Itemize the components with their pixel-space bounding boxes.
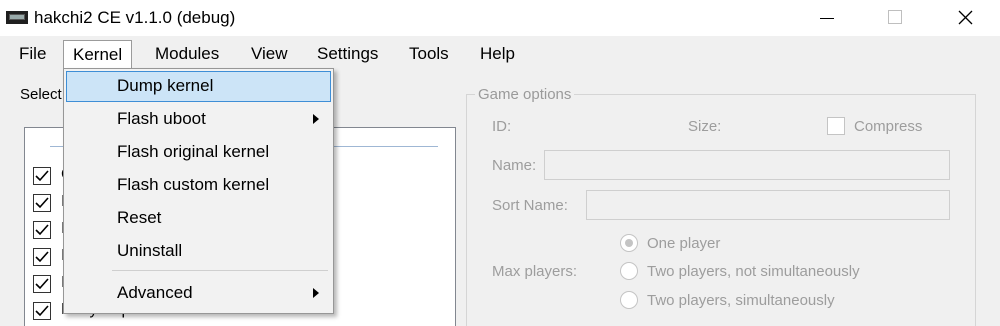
one-player-label: One player — [647, 235, 721, 252]
compress-label: Compress — [854, 118, 923, 135]
game-checkbox[interactable] — [33, 194, 51, 212]
checkmark-icon — [35, 224, 49, 236]
minimize-icon — [820, 18, 834, 19]
radio-two-players-simultaneous[interactable] — [620, 291, 638, 309]
checkmark-icon — [35, 170, 49, 182]
checkmark-icon — [35, 251, 49, 263]
two-players-simultaneous-label: Two players, simultaneously — [647, 292, 835, 309]
select-label: Select — [20, 86, 62, 103]
id-label: ID: — [492, 118, 512, 135]
game-options-title: Game options — [475, 86, 575, 103]
menu-modules[interactable]: Modules — [146, 40, 228, 70]
menu-kernel[interactable]: Kernel — [63, 40, 133, 70]
menu-help[interactable]: Help — [471, 40, 524, 70]
size-label: Size: — [688, 118, 722, 135]
menu-item-flash-custom-kernel[interactable]: Flash custom kernel — [66, 170, 331, 201]
checkmark-icon — [35, 278, 49, 290]
submenu-arrow-icon — [313, 288, 319, 298]
name-field[interactable] — [544, 150, 950, 180]
menu-bar: File Kernel Modules View Settings Tools … — [0, 36, 1000, 72]
menu-tools[interactable]: Tools — [400, 40, 458, 70]
menu-view[interactable]: View — [242, 40, 297, 70]
maximize-icon — [888, 10, 902, 24]
checkmark-icon — [35, 197, 49, 209]
title-bar: hakchi2 CE v1.1.0 (debug) — [0, 0, 1000, 36]
app-icon — [6, 11, 28, 24]
name-label: Name: — [492, 157, 537, 174]
menu-separator — [112, 270, 328, 271]
menu-item-uninstall[interactable]: Uninstall — [66, 236, 331, 267]
kernel-dropdown-menu: Dump kernel Flash uboot Flash original k… — [63, 68, 334, 314]
checkmark-icon — [35, 305, 49, 317]
close-icon — [958, 10, 973, 25]
menu-item-reset[interactable]: Reset — [66, 203, 331, 234]
menu-item-label: Flash uboot — [117, 109, 206, 128]
two-players-alternating-label: Two players, not simultaneously — [647, 263, 860, 280]
sort-name-field[interactable] — [586, 190, 950, 220]
menu-item-dump-kernel[interactable]: Dump kernel — [66, 71, 331, 102]
radio-selected-dot — [625, 239, 633, 247]
minimize-button[interactable] — [804, 0, 850, 36]
radio-one-player[interactable] — [620, 234, 638, 252]
game-checkbox[interactable] — [33, 248, 51, 266]
max-players-label: Max players: — [492, 263, 578, 280]
menu-item-advanced[interactable]: Advanced — [66, 278, 331, 309]
maximize-button[interactable] — [872, 0, 918, 36]
menu-settings[interactable]: Settings — [308, 40, 387, 70]
menu-file[interactable]: File — [10, 40, 55, 70]
radio-two-players-alternating[interactable] — [620, 262, 638, 280]
game-checkbox[interactable] — [33, 275, 51, 293]
window-title: hakchi2 CE v1.1.0 (debug) — [34, 8, 236, 27]
menu-item-flash-uboot[interactable]: Flash uboot — [66, 104, 331, 135]
game-checkbox[interactable] — [33, 302, 51, 320]
close-button[interactable] — [942, 0, 988, 36]
menu-item-flash-original-kernel[interactable]: Flash original kernel — [66, 137, 331, 168]
menu-item-label: Advanced — [117, 283, 193, 302]
sort-name-label: Sort Name: — [492, 197, 568, 214]
game-checkbox[interactable] — [33, 221, 51, 239]
game-checkbox[interactable] — [33, 167, 51, 185]
compress-checkbox[interactable] — [827, 117, 845, 135]
submenu-arrow-icon — [313, 114, 319, 124]
